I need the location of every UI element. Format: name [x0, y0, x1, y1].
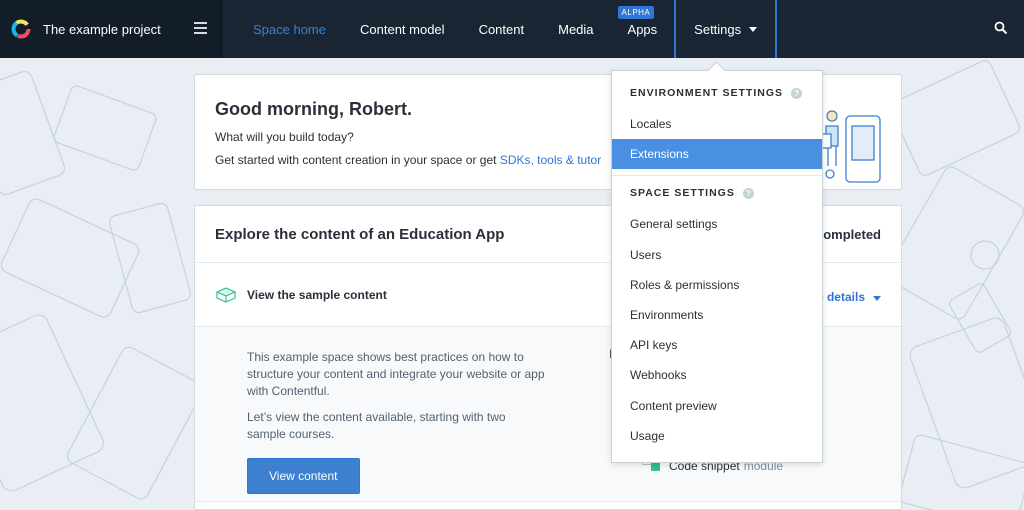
nav-label: Space home	[253, 21, 326, 37]
explore-title: Explore the content of an Education App	[215, 225, 505, 243]
nav-apps[interactable]: ALPHA Apps	[611, 0, 675, 58]
menu-item-roles-permissions[interactable]: Roles & permissions	[612, 270, 822, 300]
space-settings-header: SPACE SETTINGS ?	[612, 176, 822, 205]
section-label: SPACE SETTINGS	[630, 187, 735, 200]
menu-icon[interactable]	[194, 22, 207, 34]
menu-item-label: Usage	[630, 428, 665, 443]
help-icon[interactable]: ?	[791, 88, 803, 99]
nav-label: Apps	[627, 21, 658, 37]
view-content-button[interactable]: View content	[247, 458, 360, 494]
completed-status: completed	[815, 227, 881, 242]
sample-content-title: View the sample content	[247, 287, 387, 302]
contentful-logo-icon	[11, 19, 31, 39]
section-label: ENVIRONMENT SETTINGS	[630, 87, 784, 99]
nav-label: Content	[478, 21, 525, 37]
sdks-link[interactable]: SDKs, tools & tutor	[500, 153, 601, 167]
environment-settings-header: ENVIRONMENT SETTINGS ?	[612, 71, 822, 105]
menu-item-webhooks[interactable]: Webhooks	[612, 360, 822, 390]
search-icon[interactable]	[994, 21, 1008, 35]
nav-content[interactable]: Content	[462, 0, 542, 58]
nav-settings[interactable]: Settings	[674, 0, 778, 58]
nav-space-home[interactable]: Space home	[236, 0, 343, 58]
menu-item-extensions[interactable]: Extensions	[612, 139, 822, 170]
chevron-down-icon	[873, 296, 881, 301]
menu-item-label: API keys	[630, 338, 678, 353]
menu-item-label: Content preview	[630, 398, 717, 413]
alpha-badge: ALPHA	[617, 6, 655, 19]
sample-description: This example space shows best practices …	[247, 350, 545, 398]
menu-item-api-keys[interactable]: API keys	[612, 330, 822, 360]
welcome-illustration	[820, 110, 881, 183]
menu-item-label: Users	[630, 247, 662, 262]
menu-item-content-preview[interactable]: Content preview	[612, 391, 822, 421]
started-text: Get started with content creation in you…	[215, 153, 500, 167]
menu-item-label: Extensions	[630, 147, 689, 162]
nav-label: Media	[558, 21, 594, 37]
menu-item-label: Roles & permissions	[630, 277, 740, 292]
menu-item-environments[interactable]: Environments	[612, 300, 822, 330]
nav-label: Content model	[360, 21, 445, 37]
help-icon[interactable]: ?	[742, 188, 754, 200]
menu-item-label: Webhooks	[630, 368, 687, 383]
menu-item-label: General settings	[630, 217, 718, 232]
nav-media[interactable]: Media	[541, 0, 610, 58]
menu-item-usage[interactable]: Usage	[612, 421, 822, 451]
top-navigation-bar: The example project Space home Content m…	[0, 0, 1024, 58]
content-box-icon	[215, 286, 237, 303]
project-switcher[interactable]: The example project	[0, 0, 222, 58]
details-label: e details	[816, 290, 865, 304]
sample-instruction: Let’s view the content available, starti…	[247, 410, 506, 441]
nav-label: Settings	[694, 21, 742, 37]
settings-dropdown-menu: ENVIRONMENT SETTINGS ? Locales Extension…	[611, 70, 823, 463]
menu-item-label: Locales	[630, 117, 672, 132]
chevron-down-icon	[749, 26, 758, 32]
nav-content-model[interactable]: Content model	[343, 0, 462, 58]
menu-item-label: Environments	[630, 308, 704, 323]
project-name: The example project	[43, 21, 161, 37]
menu-item-general-settings[interactable]: General settings	[612, 209, 822, 239]
menu-item-locales[interactable]: Locales	[612, 109, 822, 139]
menu-item-users[interactable]: Users	[612, 240, 822, 270]
view-details-toggle[interactable]: e details	[817, 290, 881, 304]
main-nav: Space home Content model Content Media A…	[236, 0, 778, 58]
